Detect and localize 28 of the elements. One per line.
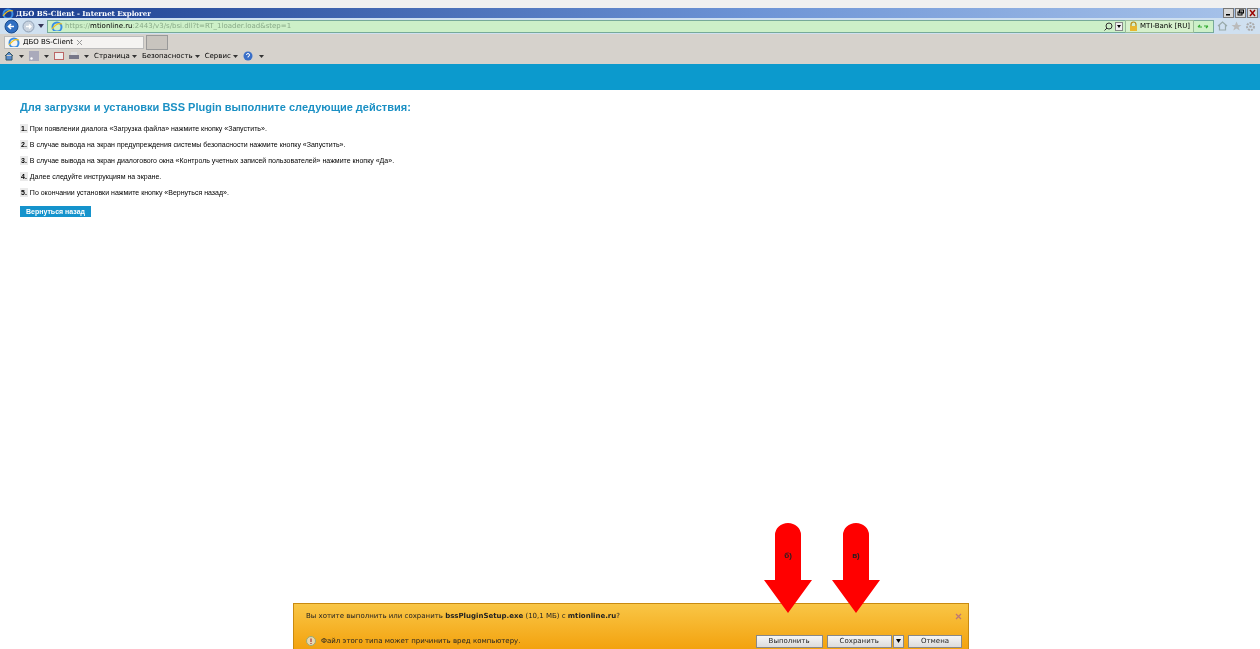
dropdown-icon[interactable] xyxy=(19,53,24,59)
ie-logo-icon xyxy=(51,21,63,31)
dropdown-button[interactable] xyxy=(892,634,904,648)
close-icon[interactable] xyxy=(75,38,83,46)
arrow-label: б) xyxy=(783,551,793,560)
dropdown-icon[interactable] xyxy=(1115,21,1124,31)
minimize-icon[interactable] xyxy=(1223,8,1234,18)
ie-logo-icon xyxy=(2,8,14,18)
arrow-label: в) xyxy=(851,551,861,560)
back-icon[interactable] xyxy=(4,18,19,34)
page-heading: Для загрузки и установки BSS Plugin выполните следующие действия: xyxy=(20,101,412,113)
dropdown-icon xyxy=(131,53,137,59)
dropdown-icon[interactable] xyxy=(44,53,49,59)
dropdown-icon[interactable] xyxy=(84,53,89,59)
dropdown-icon[interactable] xyxy=(258,53,264,59)
help-icon[interactable] xyxy=(242,51,254,61)
star-icon[interactable] xyxy=(1231,21,1242,31)
printer-icon[interactable] xyxy=(69,51,79,61)
mail-icon[interactable] xyxy=(54,52,64,60)
dropdown-icon xyxy=(895,639,901,643)
ie-logo-icon xyxy=(8,37,20,47)
search-icon[interactable] xyxy=(1104,21,1114,31)
dropdown-icon xyxy=(232,53,238,59)
dropdown-icon xyxy=(194,53,200,59)
home-icon[interactable] xyxy=(4,51,14,61)
warning-shield-icon xyxy=(306,636,316,646)
dropdown-icon[interactable] xyxy=(38,23,44,29)
padlock-icon xyxy=(1129,21,1139,31)
